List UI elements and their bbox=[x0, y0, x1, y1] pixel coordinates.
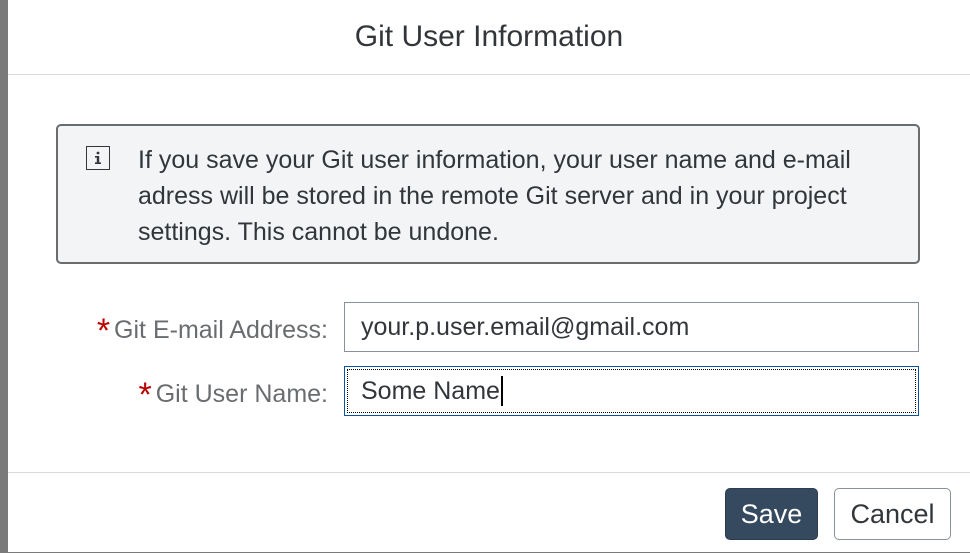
cancel-button[interactable]: Cancel bbox=[834, 488, 951, 540]
dialog-header: Git User Information bbox=[8, 0, 970, 75]
email-label-text: Git E-mail Address: bbox=[114, 316, 328, 344]
dialog-title: Git User Information bbox=[354, 20, 624, 53]
info-icon bbox=[86, 146, 110, 170]
info-message-text: If you save your Git user information, y… bbox=[138, 146, 851, 246]
username-label: * Git User Name: bbox=[138, 372, 329, 414]
username-field[interactable]: Some Name bbox=[344, 366, 919, 416]
username-label-text: Git User Name: bbox=[155, 380, 328, 408]
info-message-strip: If you save your Git user information, y… bbox=[56, 124, 920, 264]
username-field-value: Some Name bbox=[361, 376, 500, 405]
required-marker: * bbox=[96, 312, 111, 350]
git-user-dialog: Git User Information If you save your Gi… bbox=[8, 0, 970, 552]
dialog-footer: Save Cancel bbox=[8, 472, 970, 553]
required-marker: * bbox=[138, 376, 152, 414]
save-button[interactable]: Save bbox=[725, 488, 818, 540]
email-label: * Git E-mail Address: bbox=[96, 308, 328, 350]
email-field[interactable]: your.p.user.email@gmail.com bbox=[344, 302, 919, 352]
text-caret bbox=[500, 376, 503, 406]
email-field-value: your.p.user.email@gmail.com bbox=[361, 312, 690, 341]
